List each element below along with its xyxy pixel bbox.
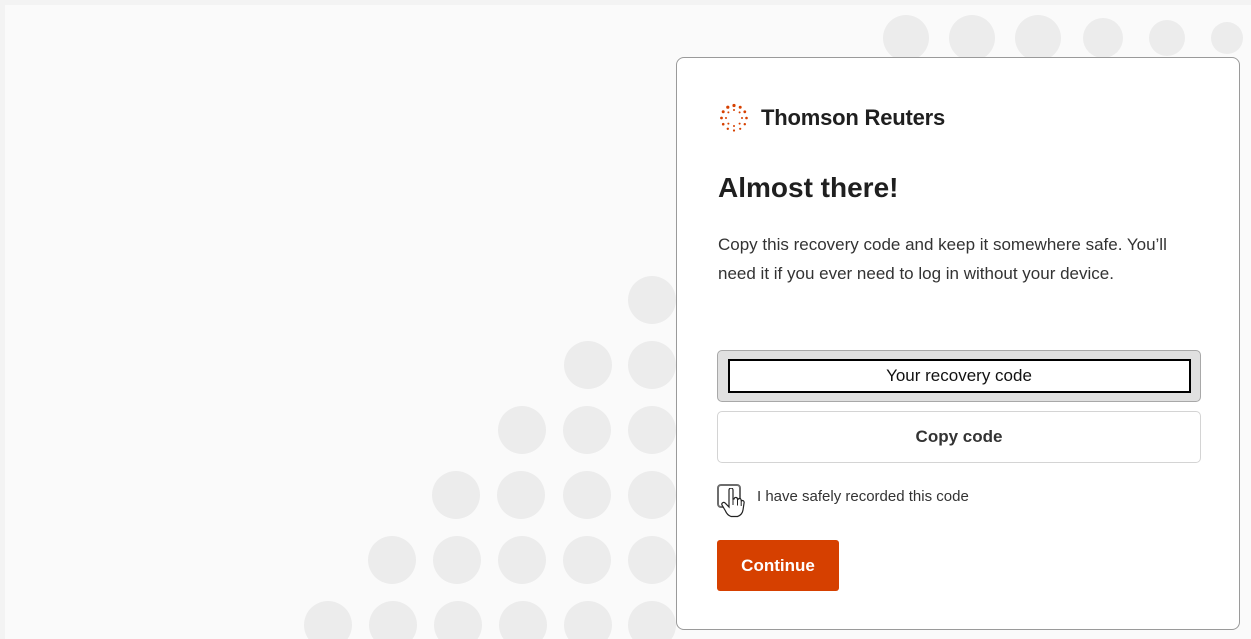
page-title: Almost there! bbox=[718, 172, 899, 203]
hand-pointer-cursor-icon bbox=[721, 488, 745, 518]
brand-name: Thomson Reuters bbox=[761, 105, 946, 130]
thomson-reuters-logo-icon bbox=[720, 103, 748, 132]
brand-logo: Thomson Reuters bbox=[719, 100, 945, 136]
copy-code-button[interactable]: Copy code bbox=[717, 411, 1201, 463]
recovery-code-value[interactable]: Your recovery code bbox=[727, 359, 1191, 393]
confirmation-label[interactable]: I have safely recorded this code bbox=[757, 488, 969, 505]
recovery-code-card: Thomson Reuters Almost there! Copy this … bbox=[676, 57, 1240, 630]
instructions-text: Copy this recovery code and keep it some… bbox=[718, 235, 1167, 283]
continue-button[interactable]: Continue bbox=[717, 540, 839, 591]
recovery-code-field[interactable]: Your recovery code bbox=[717, 350, 1201, 402]
confirmation-row[interactable]: I have safely recorded this code bbox=[717, 482, 969, 510]
